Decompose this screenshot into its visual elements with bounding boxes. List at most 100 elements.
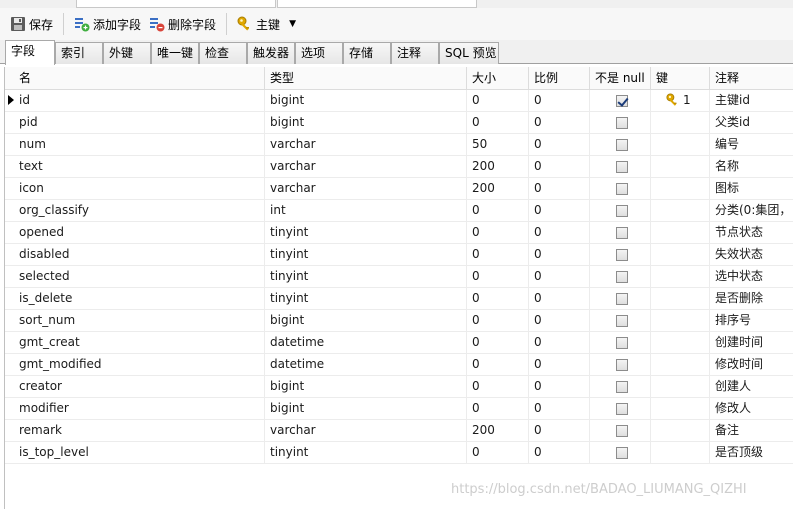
field-comment-cell[interactable]: 失效状态 <box>711 244 793 265</box>
tab-comment[interactable]: 注释 <box>391 42 439 64</box>
column-header-not-null[interactable]: 不是 null <box>591 67 651 89</box>
key-cell[interactable] <box>652 288 710 309</box>
field-name-cell[interactable]: remark <box>15 420 265 441</box>
field-size-cell[interactable]: 200 <box>468 156 529 177</box>
table-row[interactable]: is_top_level tinyint 0 0 是否顶级 <box>5 442 793 464</box>
key-cell[interactable] <box>652 200 710 221</box>
field-comment-cell[interactable]: 排序号 <box>711 310 793 331</box>
column-header-size[interactable]: 大小 <box>468 67 529 89</box>
field-name-cell[interactable]: num <box>15 134 265 155</box>
not-null-checkbox[interactable] <box>616 381 628 393</box>
field-comment-cell[interactable]: 备注 <box>711 420 793 441</box>
field-type-cell[interactable]: bigint <box>266 398 467 419</box>
field-comment-cell[interactable]: 名称 <box>711 156 793 177</box>
field-type-cell[interactable]: bigint <box>266 90 467 111</box>
key-cell[interactable] <box>652 420 710 441</box>
field-comment-cell[interactable]: 修改时间 <box>711 354 793 375</box>
tab-indexes[interactable]: 索引 <box>55 42 103 64</box>
field-type-cell[interactable]: tinyint <box>266 266 467 287</box>
field-size-cell[interactable]: 0 <box>468 222 529 243</box>
key-cell[interactable] <box>652 134 710 155</box>
table-row[interactable]: pid bigint 0 0 父类id <box>5 112 793 134</box>
column-header-comment[interactable]: 注释 <box>711 67 793 89</box>
key-cell[interactable] <box>652 244 710 265</box>
field-scale-cell[interactable]: 0 <box>530 112 590 133</box>
field-type-cell[interactable]: varchar <box>266 134 467 155</box>
field-scale-cell[interactable]: 0 <box>530 288 590 309</box>
key-cell[interactable] <box>652 310 710 331</box>
field-type-cell[interactable]: int <box>266 200 467 221</box>
field-type-cell[interactable]: bigint <box>266 112 467 133</box>
tab-unique-keys[interactable]: 唯一键 <box>151 42 199 64</box>
not-null-checkbox[interactable] <box>616 403 628 415</box>
table-row[interactable]: icon varchar 200 0 图标 <box>5 178 793 200</box>
field-size-cell[interactable]: 0 <box>468 266 529 287</box>
field-type-cell[interactable]: bigint <box>266 376 467 397</box>
not-null-checkbox[interactable] <box>616 337 628 349</box>
field-size-cell[interactable]: 0 <box>468 354 529 375</box>
add-field-button[interactable]: 添加字段 <box>70 12 145 36</box>
field-comment-cell[interactable]: 是否顶级 <box>711 442 793 463</box>
field-comment-cell[interactable]: 编号 <box>711 134 793 155</box>
field-type-cell[interactable]: varchar <box>266 420 467 441</box>
field-scale-cell[interactable]: 0 <box>530 442 590 463</box>
window-tab-fragment[interactable] <box>277 0 477 8</box>
field-scale-cell[interactable]: 0 <box>530 398 590 419</box>
field-size-cell[interactable]: 0 <box>468 310 529 331</box>
table-row[interactable]: remark varchar 200 0 备注 <box>5 420 793 442</box>
not-null-checkbox[interactable] <box>616 161 628 173</box>
field-type-cell[interactable]: datetime <box>266 354 467 375</box>
table-row[interactable]: org_classify int 0 0 分类(0:集团， <box>5 200 793 222</box>
not-null-checkbox[interactable] <box>616 139 628 151</box>
field-name-cell[interactable]: disabled <box>15 244 265 265</box>
field-comment-cell[interactable]: 主键id <box>711 90 793 111</box>
field-comment-cell[interactable]: 父类id <box>711 112 793 133</box>
field-name-cell[interactable]: sort_num <box>15 310 265 331</box>
table-row[interactable]: num varchar 50 0 编号 <box>5 134 793 156</box>
key-cell[interactable] <box>652 398 710 419</box>
column-header-name[interactable]: 名 <box>15 67 265 89</box>
primary-key-button[interactable]: 主键 ▼ <box>233 12 300 36</box>
field-scale-cell[interactable]: 0 <box>530 156 590 177</box>
field-name-cell[interactable]: icon <box>15 178 265 199</box>
column-header-type[interactable]: 类型 <box>266 67 467 89</box>
dropdown-caret-icon[interactable]: ▼ <box>289 19 296 29</box>
field-comment-cell[interactable]: 选中状态 <box>711 266 793 287</box>
field-size-cell[interactable]: 0 <box>468 442 529 463</box>
key-cell[interactable] <box>652 112 710 133</box>
field-scale-cell[interactable]: 0 <box>530 134 590 155</box>
field-size-cell[interactable]: 0 <box>468 244 529 265</box>
table-row[interactable]: opened tinyint 0 0 节点状态 <box>5 222 793 244</box>
key-cell[interactable] <box>652 376 710 397</box>
not-null-checkbox[interactable] <box>616 227 628 239</box>
tab-sql-preview[interactable]: SQL 预览 <box>439 42 499 64</box>
field-name-cell[interactable]: pid <box>15 112 265 133</box>
tab-storage[interactable]: 存储 <box>343 42 391 64</box>
tab-checks[interactable]: 检查 <box>199 42 247 64</box>
field-scale-cell[interactable]: 0 <box>530 420 590 441</box>
field-scale-cell[interactable]: 0 <box>530 90 590 111</box>
key-cell[interactable] <box>652 156 710 177</box>
key-cell[interactable] <box>652 442 710 463</box>
not-null-checkbox[interactable] <box>616 249 628 261</box>
field-size-cell[interactable]: 0 <box>468 288 529 309</box>
field-scale-cell[interactable]: 0 <box>530 178 590 199</box>
field-scale-cell[interactable]: 0 <box>530 332 590 353</box>
table-row[interactable]: text varchar 200 0 名称 <box>5 156 793 178</box>
not-null-checkbox[interactable] <box>616 315 628 327</box>
field-scale-cell[interactable]: 0 <box>530 310 590 331</box>
table-row[interactable]: modifier bigint 0 0 修改人 <box>5 398 793 420</box>
window-tab-fragment[interactable] <box>76 0 276 8</box>
field-name-cell[interactable]: modifier <box>15 398 265 419</box>
field-name-cell[interactable]: gmt_modified <box>15 354 265 375</box>
field-type-cell[interactable]: tinyint <box>266 288 467 309</box>
field-scale-cell[interactable]: 0 <box>530 222 590 243</box>
key-cell[interactable] <box>652 178 710 199</box>
column-header-scale[interactable]: 比例 <box>530 67 590 89</box>
field-scale-cell[interactable]: 0 <box>530 354 590 375</box>
key-cell[interactable] <box>652 332 710 353</box>
not-null-checkbox[interactable] <box>616 117 628 129</box>
field-name-cell[interactable]: selected <box>15 266 265 287</box>
key-cell[interactable] <box>652 354 710 375</box>
table-row[interactable]: disabled tinyint 0 0 失效状态 <box>5 244 793 266</box>
